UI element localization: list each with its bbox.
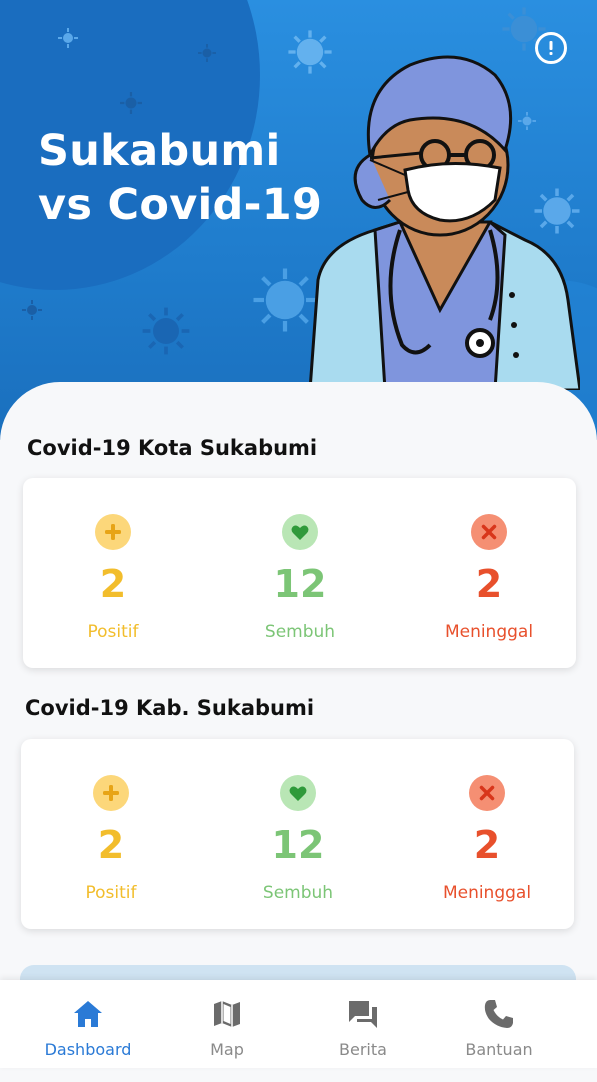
virus-icon bbox=[120, 92, 142, 114]
heart-icon bbox=[282, 514, 318, 550]
virus-icon bbox=[58, 28, 78, 48]
stat-label-positif: Positif bbox=[85, 883, 137, 903]
virus-icon bbox=[142, 307, 190, 355]
stat-label-meninggal: Meninggal bbox=[442, 883, 532, 903]
virus-icon bbox=[198, 44, 216, 62]
stat-sembuh: 12 Sembuh bbox=[208, 739, 388, 929]
plus-icon bbox=[93, 775, 129, 811]
stat-label-positif: Positif bbox=[87, 622, 139, 642]
stat-positif: 2 Positif bbox=[21, 739, 201, 929]
virus-icon bbox=[22, 300, 42, 320]
stat-meninggal: 2 Meninggal bbox=[399, 478, 579, 668]
hero-banner: Sukabumi vs Covid-19 bbox=[0, 0, 597, 440]
map-icon bbox=[214, 1001, 240, 1027]
nav-map[interactable]: Map bbox=[157, 980, 297, 1068]
stat-sembuh: 12 Sembuh bbox=[210, 478, 390, 668]
stats-card-kab: 2 Positif 12 Sembuh 2 Meninggal bbox=[21, 739, 574, 929]
bottom-navigation: Dashboard Map Berita Bantuan bbox=[0, 980, 597, 1068]
stat-label-sembuh: Sembuh bbox=[264, 622, 336, 642]
heart-icon bbox=[280, 775, 316, 811]
phone-icon bbox=[484, 1000, 513, 1028]
nav-label-dashboard: Dashboard bbox=[44, 1040, 132, 1059]
chat-icon bbox=[349, 1001, 377, 1028]
x-icon bbox=[469, 775, 505, 811]
stat-value-positif: 2 bbox=[99, 562, 127, 606]
section-title-kota: Covid-19 Kota Sukabumi bbox=[27, 436, 318, 460]
doctor-illustration bbox=[308, 55, 580, 390]
stat-label-sembuh: Sembuh bbox=[262, 883, 334, 903]
nav-label-bantuan: Bantuan bbox=[465, 1040, 533, 1059]
stat-value-positif: 2 bbox=[97, 823, 125, 867]
stat-value-sembuh: 12 bbox=[273, 562, 327, 606]
stat-meninggal: 2 Meninggal bbox=[397, 739, 577, 929]
stats-card-kota: 2 Positif 12 Sembuh 2 Meninggal bbox=[23, 478, 576, 668]
stat-value-meninggal: 2 bbox=[475, 562, 503, 606]
section-title-kab: Covid-19 Kab. Sukabumi bbox=[25, 696, 315, 720]
stat-value-sembuh: 12 bbox=[271, 823, 325, 867]
nav-berita[interactable]: Berita bbox=[293, 980, 433, 1068]
plus-icon bbox=[95, 514, 131, 550]
home-icon bbox=[74, 1001, 102, 1027]
nav-label-berita: Berita bbox=[339, 1040, 387, 1059]
stat-value-meninggal: 2 bbox=[473, 823, 501, 867]
nav-label-map: Map bbox=[210, 1040, 244, 1059]
x-icon bbox=[471, 514, 507, 550]
stat-label-meninggal: Meninggal bbox=[444, 622, 534, 642]
stat-positif: 2 Positif bbox=[23, 478, 203, 668]
nav-dashboard[interactable]: Dashboard bbox=[18, 980, 158, 1068]
nav-bantuan[interactable]: Bantuan bbox=[429, 980, 569, 1068]
